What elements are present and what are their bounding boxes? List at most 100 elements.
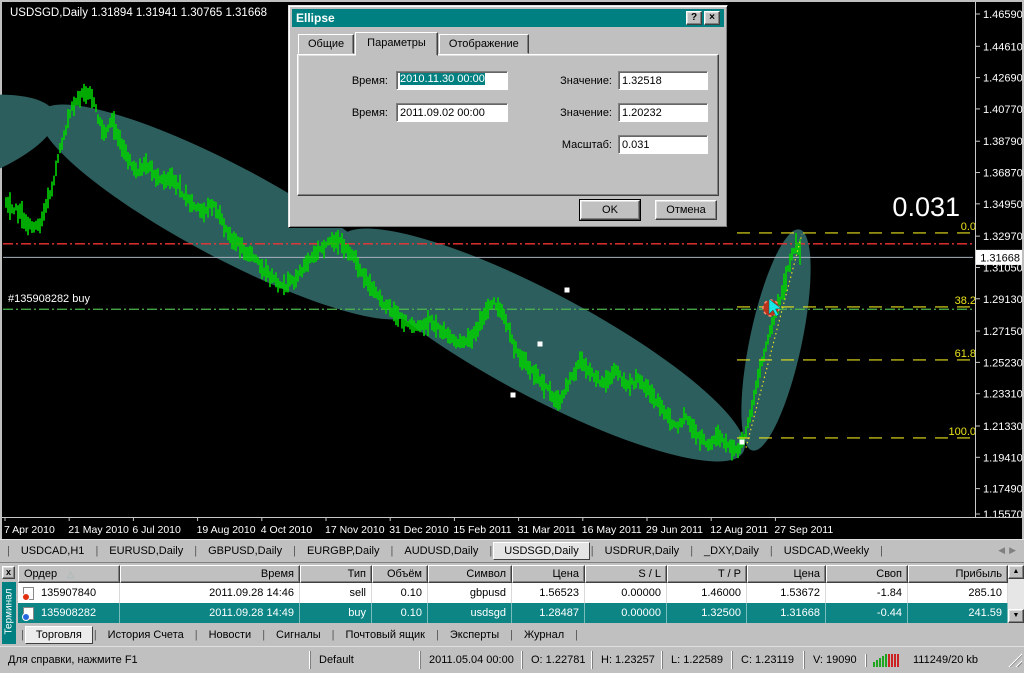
mt4-application: { "icons": { "help": "?", "close": "×", … (0, 0, 1024, 672)
dialog-tab-параметры[interactable]: Параметры (355, 32, 438, 56)
chart-tab-_dxy-daily[interactable]: _DXY,Daily (694, 542, 769, 560)
value1-field[interactable] (618, 71, 708, 90)
time1-value: 2010.11.30 00:00 (400, 73, 485, 85)
terminal-tab--[interactable]: История Счета (98, 626, 194, 644)
fib-level-label: 0.0 (961, 221, 976, 233)
price-tick-label: 1.34950 (983, 199, 1023, 211)
dialog-tab-общие[interactable]: Общие (298, 34, 354, 54)
chart-tab-gbpusd-daily[interactable]: GBPUSD,Daily (198, 542, 292, 560)
order-cell: 135908282 (18, 603, 120, 623)
price-tick-label: 1.29130 (983, 294, 1023, 306)
order-cell: 1.31668 (747, 603, 826, 623)
date-tick-label: 7 Apr 2010 (4, 524, 55, 536)
column-header-3[interactable]: Объём (372, 565, 428, 583)
terminal-tab--[interactable]: Сигналы (266, 626, 331, 644)
chart-tab-usdcad-weekly[interactable]: USDCAD,Weekly (774, 542, 879, 560)
scale-field[interactable] (618, 135, 708, 154)
order-cell: 0.10 (372, 603, 428, 623)
time2-field[interactable] (396, 103, 508, 122)
column-header-2[interactable]: Тип (300, 565, 372, 583)
ellipse-scale-text: 0.031 (892, 192, 960, 222)
scroll-left-icon[interactable]: ◀ (998, 545, 1009, 555)
column-header-4[interactable]: Символ (428, 565, 512, 583)
terminal-sidebar: Терминал (2, 582, 16, 644)
terminal-sidebar-label: Терминал (4, 581, 15, 643)
orders-scrollbar[interactable]: ▲ ▼ (1008, 565, 1024, 623)
ellipse-properties-dialog: Ellipse ? × ОбщиеПараметрыОтображение Вр… (288, 5, 728, 228)
price-tick-label: 1.38790 (983, 136, 1023, 148)
scroll-up-icon[interactable]: ▲ (1008, 565, 1024, 579)
value1-label: Значение: (548, 75, 612, 87)
fib-level-label: 38.2 (955, 295, 976, 307)
price-tick-label: 1.27150 (983, 326, 1023, 338)
column-header-8[interactable]: Цена (747, 565, 826, 583)
order-cell: 241.59 (908, 603, 1008, 623)
column-header-5[interactable]: Цена (512, 565, 585, 583)
order-row-135907840[interactable]: 1359078402011.09.28 14:46sell0.10gbpusd1… (18, 583, 1008, 603)
terminal-tab--[interactable]: Эксперты (440, 626, 509, 644)
column-header-6[interactable]: S / L (585, 565, 667, 583)
scroll-right-icon[interactable]: ▶ (1009, 545, 1020, 555)
column-header-1[interactable]: Время (120, 565, 300, 583)
status-volume: V: 19090 (804, 651, 866, 669)
date-tick-label: 6 Jul 2010 (132, 524, 181, 536)
help-icon[interactable]: ? (686, 11, 702, 25)
fib-level-label: 61.8 (955, 348, 976, 360)
scale-label: Масштаб: (548, 139, 612, 151)
chart-tab-audusd-daily[interactable]: AUDUSD,Daily (394, 542, 488, 560)
column-header-10[interactable]: Прибыль (908, 565, 1008, 583)
order-cell: buy (300, 603, 372, 623)
price-tick-label: 1.40770 (983, 104, 1023, 116)
order-sell-icon (23, 587, 34, 600)
dialog-tab-отображение[interactable]: Отображение (439, 34, 529, 54)
ok-button[interactable]: OK (580, 200, 640, 220)
chart-tab-eurusd-daily[interactable]: EURUSD,Daily (99, 542, 193, 560)
object-handle[interactable] (511, 393, 516, 398)
close-icon[interactable]: × (704, 11, 720, 25)
object-handle[interactable] (538, 342, 543, 347)
terminal-tab--[interactable]: Журнал (514, 626, 574, 644)
date-tick-label: 29 Jun 2011 (646, 524, 703, 536)
terminal-tab--[interactable]: Почтовый ящик (336, 626, 435, 644)
order-cell: 135907840 (18, 583, 120, 603)
order-cell: -0.44 (826, 603, 908, 623)
value2-field[interactable] (618, 103, 708, 122)
price-tick-label: 1.17490 (983, 484, 1023, 496)
fib-level-label: 100.0 (948, 426, 976, 438)
terminal-close-icon[interactable]: x (2, 566, 15, 579)
chart-title-overlay: USDSGD,Daily 1.31894 1.31941 1.30765 1.3… (10, 7, 267, 19)
object-handle[interactable] (740, 440, 745, 445)
order-row-135908282[interactable]: 1359082822011.09.28 14:49buy0.10usdsgd1.… (18, 603, 1008, 623)
chart-tab-usdsgd-daily[interactable]: USDSGD,Daily (493, 542, 590, 560)
terminal-tab--[interactable]: Торговля (25, 626, 93, 644)
chart-tab-usdcad-h1[interactable]: USDCAD,H1 (11, 542, 95, 560)
chart-tab-eurgbp-daily[interactable]: EURGBP,Daily (297, 542, 390, 560)
status-help-text: Для справки, нажмите F1 (0, 651, 310, 669)
column-header-9[interactable]: Своп (826, 565, 908, 583)
order-buy-icon (23, 607, 34, 620)
cancel-button[interactable]: Отмена (655, 200, 717, 220)
dialog-tab-strip: ОбщиеПараметрыОтображение (298, 34, 530, 54)
orders-table-header: Ордер△ВремяТипОбъёмСимволЦенаS / LT / PЦ… (18, 565, 1008, 583)
status-profile[interactable]: Default (310, 651, 420, 669)
terminal-panel: x Терминал Ордер△ВремяТипОбъёмСимволЦена… (0, 562, 1024, 647)
dialog-title-bar[interactable]: Ellipse ? × (292, 9, 724, 27)
resize-grip[interactable] (1008, 653, 1022, 667)
chart-tab-usdrur-daily[interactable]: USDRUR,Daily (595, 542, 690, 560)
object-handle[interactable] (565, 288, 570, 293)
order-cell: gbpusd (428, 583, 512, 603)
scroll-down-icon[interactable]: ▼ (1008, 609, 1024, 623)
date-tick-label: 27 Sep 2011 (774, 524, 833, 536)
status-close: C: 1.23119 (732, 651, 804, 669)
order-cell: -1.84 (826, 583, 908, 603)
chart-tab-bar: |USDCAD,H1|EURUSD,Daily|GBPUSD,Daily|EUR… (0, 539, 1024, 562)
tab-separator: | (879, 545, 884, 557)
column-header-0[interactable]: Ордер△ (18, 565, 120, 583)
price-tick-label: 1.19410 (983, 452, 1023, 464)
column-header-7[interactable]: T / P (667, 565, 747, 583)
order-cell: usdsgd (428, 603, 512, 623)
status-datetime: 2011.05.04 00:00 (420, 651, 522, 669)
terminal-tab--[interactable]: Новости (199, 626, 262, 644)
time1-field[interactable]: 2010.11.30 00:00 (396, 71, 508, 90)
price-tick-label: 1.25230 (983, 357, 1023, 369)
